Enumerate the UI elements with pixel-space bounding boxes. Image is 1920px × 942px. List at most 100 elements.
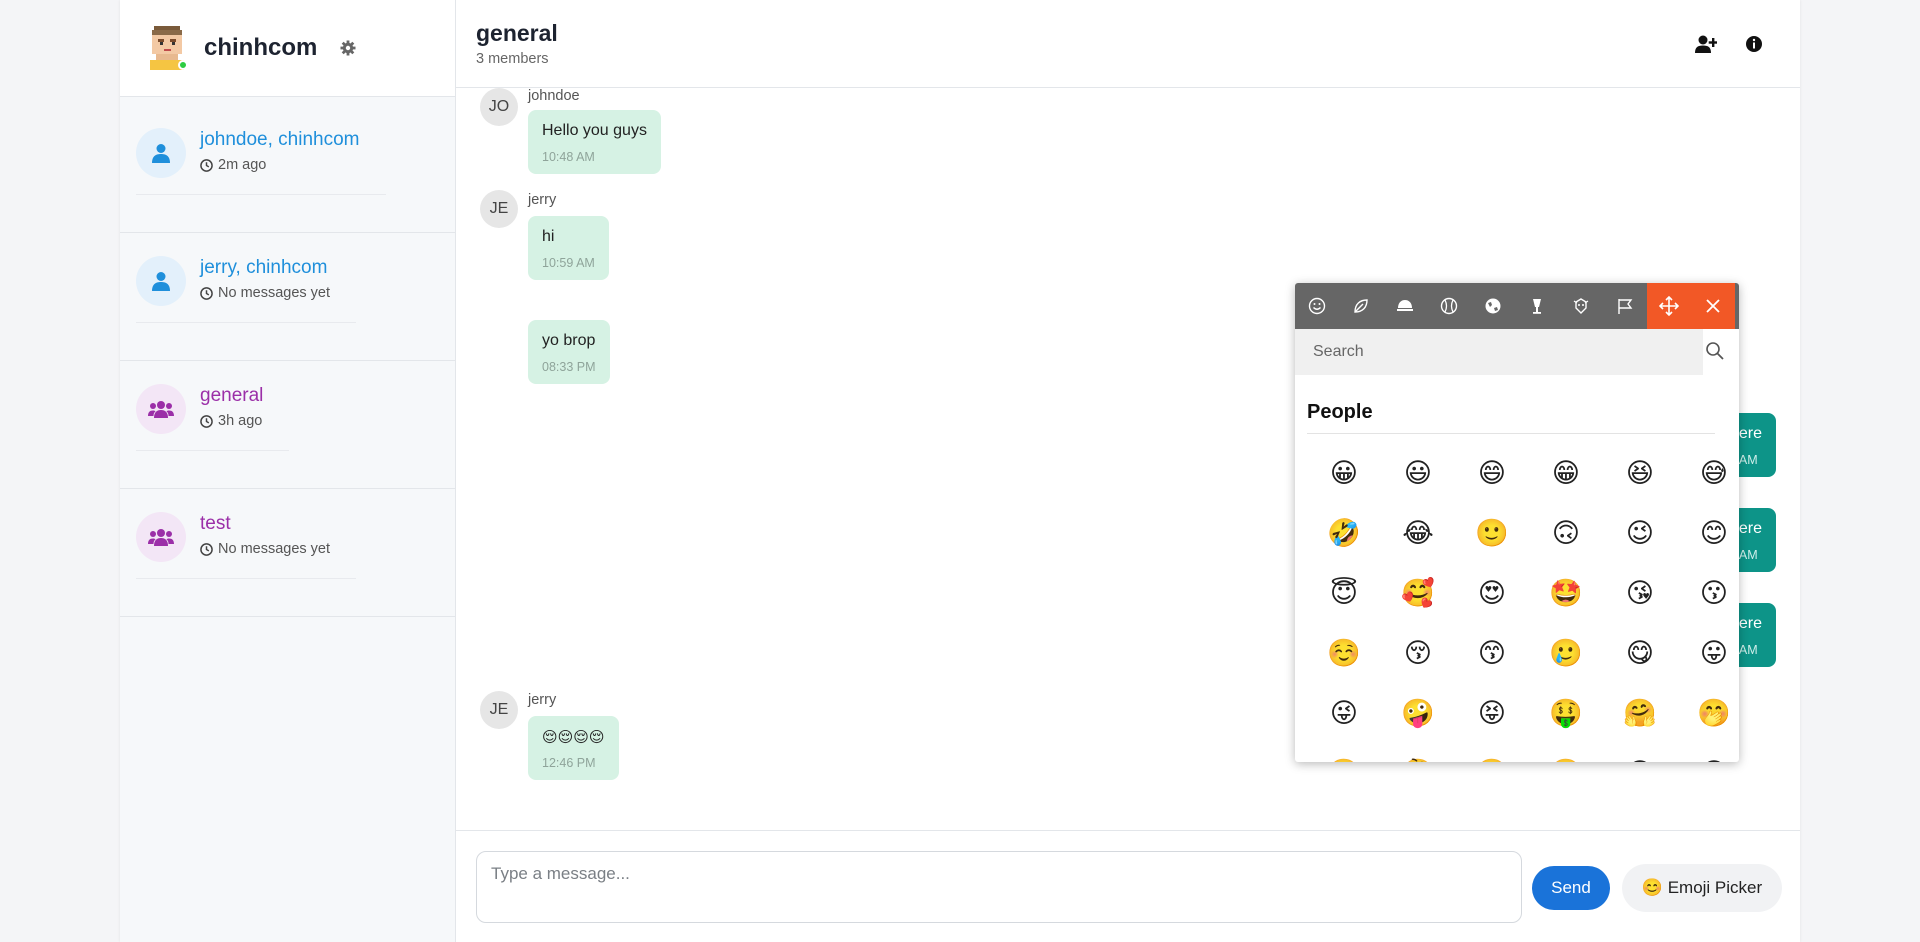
user-icon <box>136 256 186 306</box>
emoji-item[interactable]: 🤣 <box>1307 503 1381 563</box>
objects-category-icon[interactable] <box>1515 283 1559 329</box>
emoji-item[interactable]: 😑 <box>1677 743 1739 763</box>
sender-avatar: JE <box>480 190 518 228</box>
section-divider <box>1307 433 1715 434</box>
emoji-item[interactable]: 😐 <box>1603 743 1677 763</box>
conversation-list: johndoe, chinhcom 2m ago jerry, chinhcom… <box>120 97 455 617</box>
emoji-item[interactable]: 😚 <box>1381 623 1455 683</box>
emoji-item[interactable]: 😛 <box>1677 623 1739 683</box>
emoji-item[interactable]: 🤗 <box>1603 683 1677 743</box>
message-bubble[interactable]: yo brop 08:33 PM <box>528 320 610 384</box>
emoji-item[interactable]: 😉 <box>1603 503 1677 563</box>
message-text: ere <box>1738 520 1762 537</box>
emoji-item[interactable]: 🙃 <box>1529 503 1603 563</box>
conversation-time: No messages yet <box>218 541 331 557</box>
users-group-icon <box>136 512 186 562</box>
conversation-item-test[interactable]: test No messages yet <box>120 489 455 617</box>
move-arrows-icon[interactable] <box>1647 283 1691 329</box>
emoji-item[interactable]: 😋 <box>1603 623 1677 683</box>
sender-avatar: JO <box>480 88 518 126</box>
conversation-item-johndoe-chinhcom[interactable]: johndoe, chinhcom 2m ago <box>120 105 455 233</box>
emoji-item[interactable]: 😙 <box>1455 623 1529 683</box>
sidebar-header: chinhcom <box>120 0 455 97</box>
emoji-item[interactable]: 😄 <box>1455 443 1529 503</box>
info-icon[interactable] <box>1742 32 1766 56</box>
emoji-item[interactable]: 🥲 <box>1529 623 1603 683</box>
emoji-item[interactable]: 😜 <box>1307 683 1381 743</box>
emoji-item[interactable]: 😃 <box>1381 443 1455 503</box>
people-category-icon[interactable] <box>1295 283 1339 329</box>
nature-category-icon[interactable] <box>1339 283 1383 329</box>
emoji-item[interactable]: ☺️ <box>1307 623 1381 683</box>
emoji-item[interactable]: 🙂 <box>1455 503 1529 563</box>
settings-gear-icon[interactable] <box>339 39 357 57</box>
emoji-item[interactable]: 🤭 <box>1677 683 1739 743</box>
sender-name: johndoe <box>528 88 580 104</box>
clock-icon <box>200 542 213 556</box>
message-time: AM <box>1738 548 1758 562</box>
send-button[interactable]: Send <box>1532 866 1610 910</box>
conversation-time: 2m ago <box>218 157 267 173</box>
clock-icon <box>200 158 213 172</box>
conversation-time: 3h ago <box>218 413 263 429</box>
message-text: 😌😌😌😌 <box>542 729 605 746</box>
symbols-category-icon[interactable] <box>1559 283 1603 329</box>
emoji-item[interactable]: 😘 <box>1603 563 1677 623</box>
emoji-item[interactable]: 🤫 <box>1307 743 1381 762</box>
users-group-icon <box>136 384 186 434</box>
user-avatar[interactable] <box>148 26 188 70</box>
emoji-item[interactable]: 😆 <box>1603 443 1677 503</box>
add-user-icon[interactable] <box>1694 32 1718 56</box>
emoji-item[interactable]: 🥰 <box>1381 563 1455 623</box>
chat-title: general <box>476 20 558 46</box>
message-time: AM <box>1738 643 1758 657</box>
emoji-item[interactable]: 😇 <box>1307 563 1381 623</box>
emoji-item[interactable]: 😀 <box>1307 443 1381 503</box>
conversation-item-jerry-chinhcom[interactable]: jerry, chinhcom No messages yet <box>120 233 455 361</box>
emoji-item[interactable]: 🤩 <box>1529 563 1603 623</box>
message-bubble[interactable]: hi 10:59 AM <box>528 216 609 280</box>
emoji-item[interactable]: 😍 <box>1455 563 1529 623</box>
sender-name: jerry <box>528 192 557 208</box>
message-time: 10:59 AM <box>542 256 595 270</box>
conversation-card: test No messages yet <box>136 507 357 579</box>
emoji-item[interactable]: 😝 <box>1455 683 1529 743</box>
message-bubble[interactable]: 😌😌😌😌 12:46 PM <box>528 716 619 780</box>
emoji-item[interactable]: 🤑 <box>1529 683 1603 743</box>
sender-name: jerry <box>528 692 557 708</box>
emoji-item[interactable]: 🤐 <box>1455 743 1529 762</box>
message-time: 12:46 PM <box>542 756 596 770</box>
sidebar: chinhcom johndoe, chinhcom 2m ago jerry,… <box>120 0 456 942</box>
conversation-name: jerry, chinhcom <box>200 257 328 278</box>
emoji-item[interactable]: 🤨 <box>1529 743 1603 762</box>
emoji-item[interactable]: 😗 <box>1677 563 1739 623</box>
emoji-section-title: People <box>1307 401 1373 423</box>
message-text: ere <box>1738 425 1762 442</box>
emoji-picker-button[interactable]: 😊 Emoji Picker <box>1622 864 1782 912</box>
message-bubble[interactable]: Hello you guys 10:48 AM <box>528 110 661 174</box>
emoji-item[interactable]: 😂 <box>1381 503 1455 563</box>
travel-category-icon[interactable] <box>1471 283 1515 329</box>
flags-category-icon[interactable] <box>1603 283 1647 329</box>
message-input[interactable] <box>476 851 1522 923</box>
search-icon[interactable] <box>1705 341 1727 363</box>
emoji-item[interactable]: 🤔 <box>1381 743 1455 762</box>
activity-category-icon[interactable] <box>1427 283 1471 329</box>
conversation-name: general <box>200 385 264 406</box>
online-status-dot <box>178 60 188 70</box>
conversation-time: No messages yet <box>218 285 331 301</box>
message-time: AM <box>1738 453 1758 467</box>
food-category-icon[interactable] <box>1383 283 1427 329</box>
emoji-item[interactable]: 🤪 <box>1381 683 1455 743</box>
emoji-item[interactable]: 😅 <box>1677 443 1739 503</box>
emoji-item[interactable]: 😊 <box>1677 503 1739 563</box>
conversation-item-general[interactable]: general 3h ago <box>120 361 455 489</box>
clock-icon <box>200 286 213 300</box>
emoji-picker: People 😀😃😄😁😆😅 🤣😂🙂🙃😉😊 😇🥰😍🤩😘😗 ☺️😚😙🥲😋😛 😜🤪😝🤑🤗🤭 🤫🤔… <box>1295 283 1739 762</box>
message-time: 10:48 AM <box>542 150 595 164</box>
conversation-card: johndoe, chinhcom 2m ago <box>136 123 386 195</box>
conversation-card: general 3h ago <box>136 379 290 451</box>
close-icon[interactable] <box>1691 283 1735 329</box>
emoji-item[interactable]: 😁 <box>1529 443 1603 503</box>
emoji-search-input[interactable] <box>1295 329 1703 375</box>
